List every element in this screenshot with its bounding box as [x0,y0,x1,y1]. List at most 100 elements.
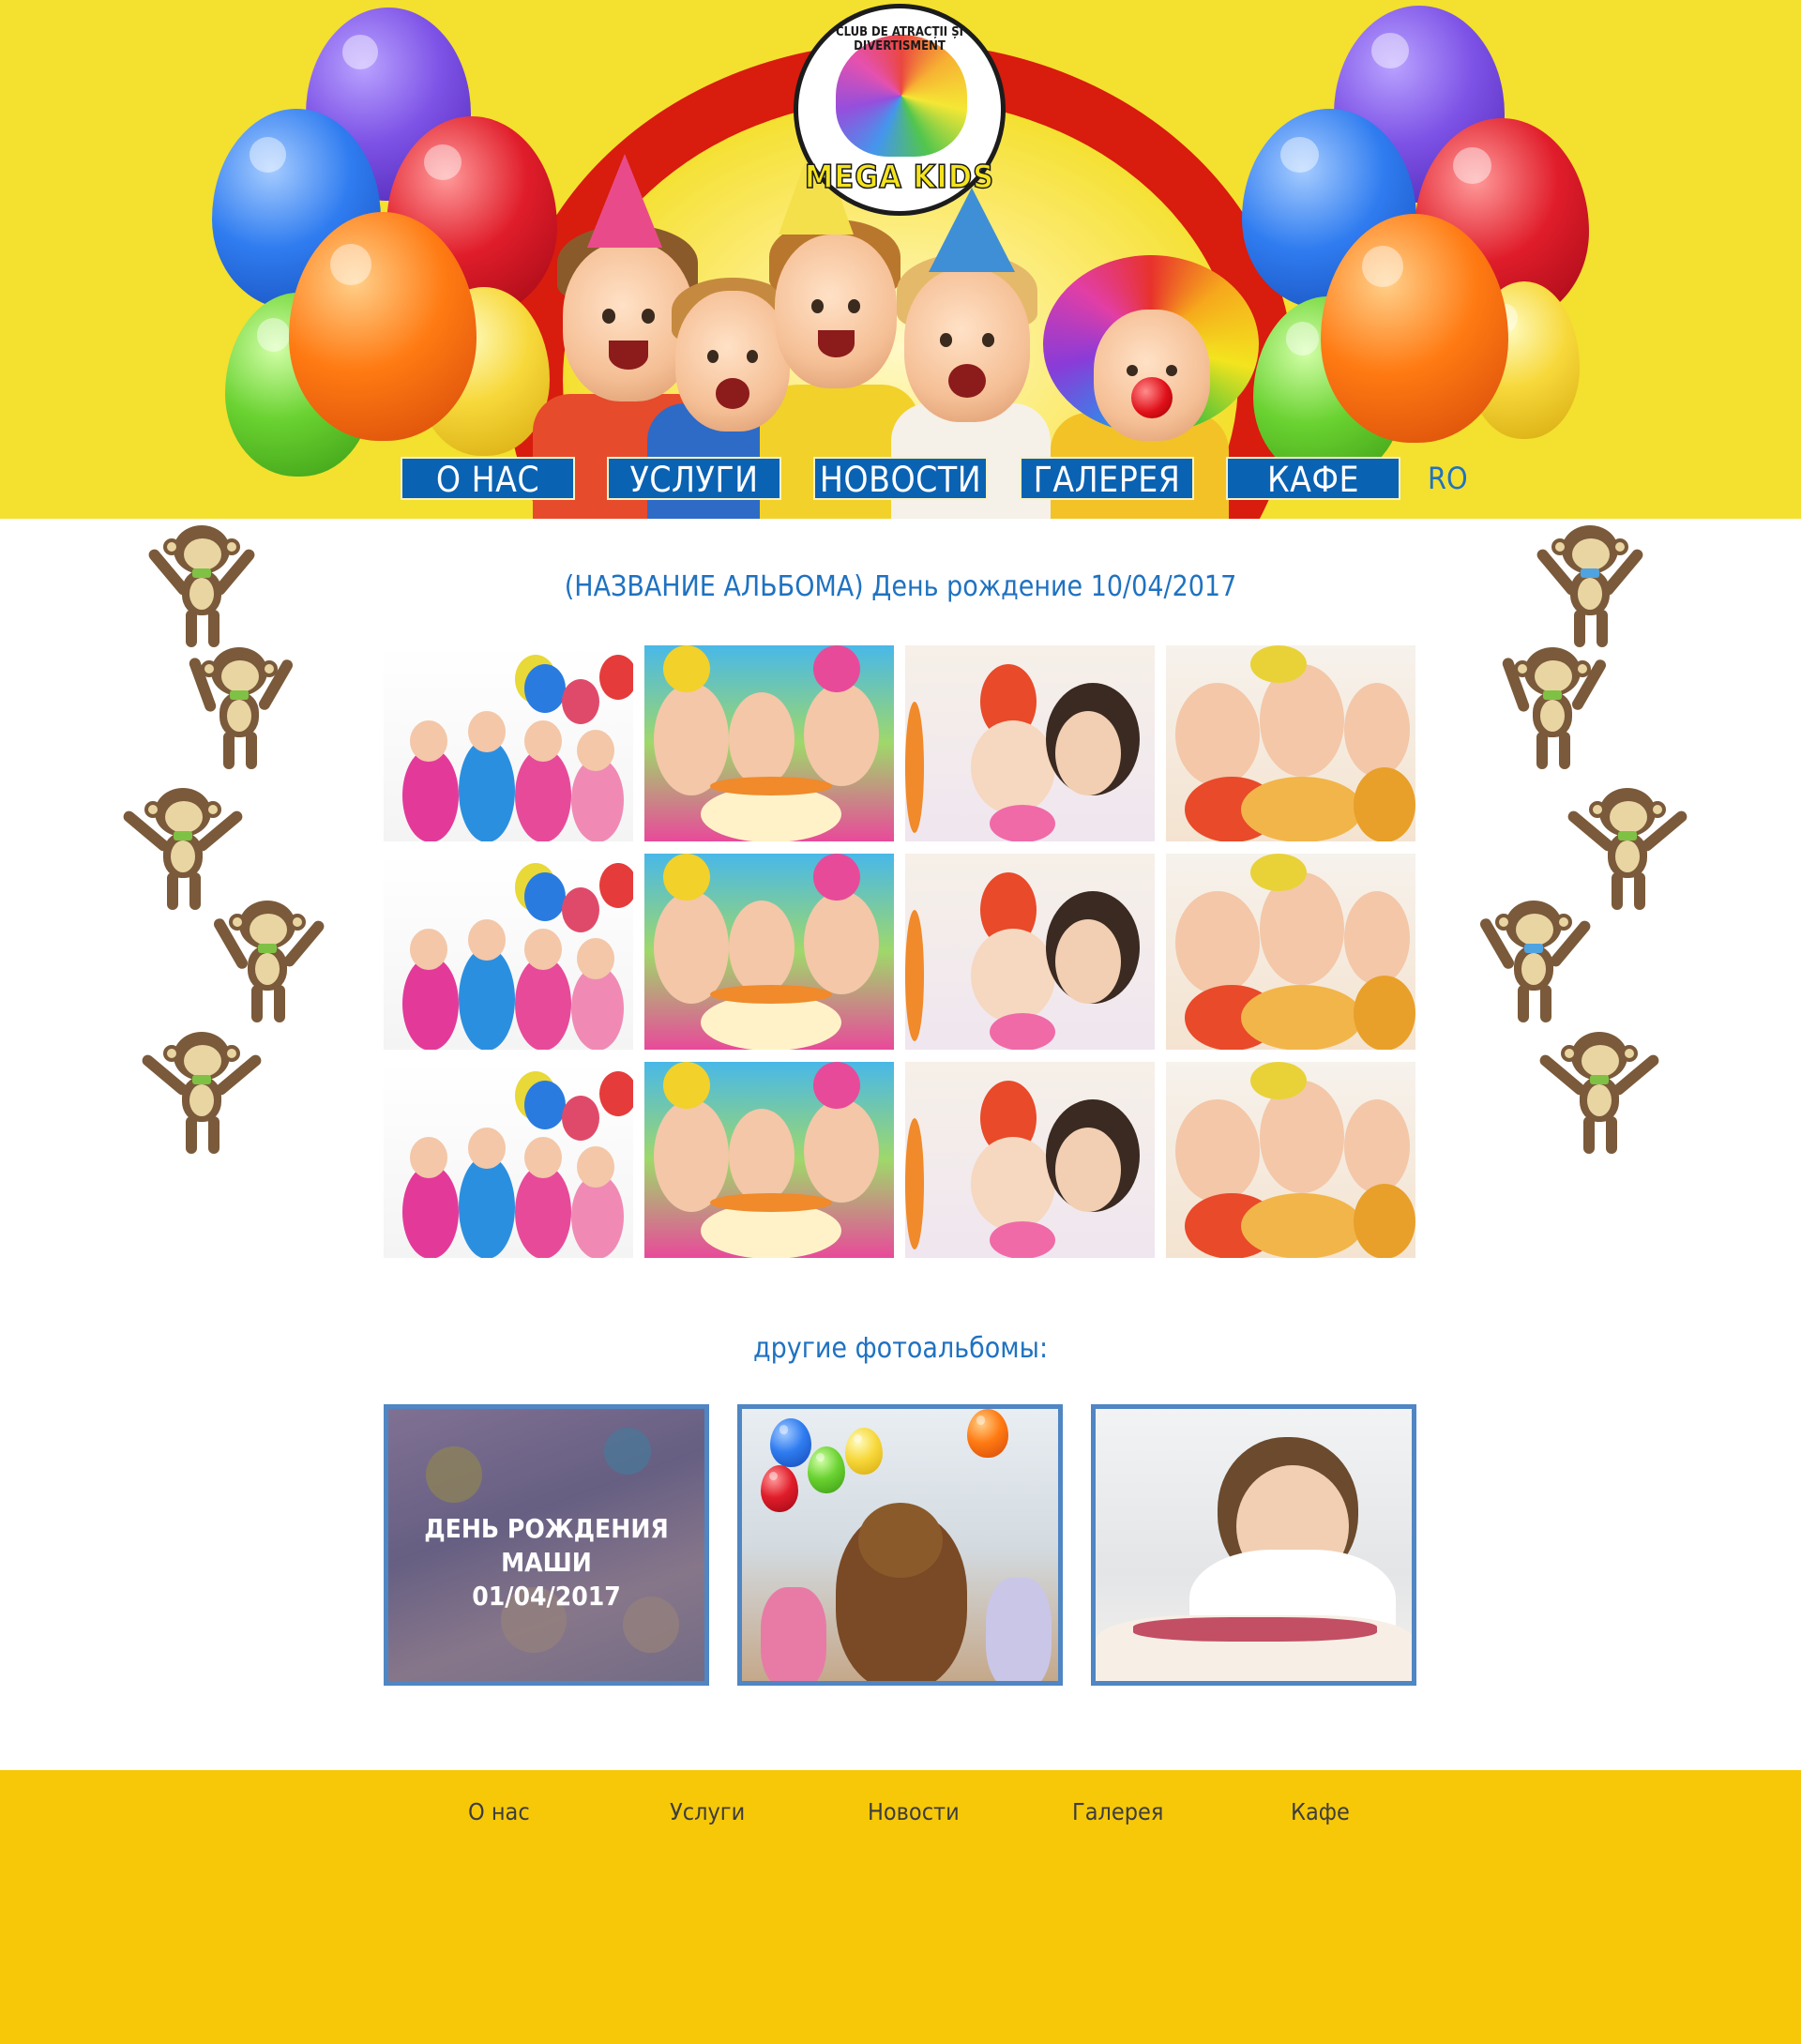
photo-detail [710,985,832,1004]
photo-detail [1241,985,1363,1050]
photo-tile[interactable] [905,1062,1155,1258]
photo-detail [905,702,924,833]
photo-detail [1344,891,1410,985]
clown-face [1094,310,1210,441]
footer-link-services[interactable]: Услуги [670,1798,745,1825]
other-album-card[interactable] [737,1404,1063,1686]
photo-detail [468,919,506,961]
photo-detail [524,1081,566,1129]
photo-detail [524,1137,562,1178]
photo-detail [410,720,447,762]
photo-detail [515,1165,571,1258]
photo-detail [1250,854,1307,891]
photo-tile[interactable] [644,645,894,841]
photo-detail [577,730,614,771]
nav-cafe[interactable]: КАФЕ [1226,457,1400,500]
photo-detail [410,929,447,970]
photo-detail [813,645,860,692]
monkey-illustration [1537,1032,1661,1154]
photo-detail [971,929,1055,1022]
photo-detail [1241,1193,1363,1258]
photo-detail [710,1193,832,1212]
photo-detail [459,1156,515,1258]
footer: О нас Услуги Новости Галерея Кафе [0,1770,1801,2044]
footer-link-cafe[interactable]: Кафе [1291,1798,1350,1825]
photo-detail [663,854,710,901]
photo-detail [459,947,515,1050]
other-album-card[interactable]: ДЕНЬ РОЖДЕНИЯ МАШИ 01/04/2017 [384,1404,709,1686]
photo-detail [577,938,614,979]
photo-detail [402,749,459,841]
photo-detail [663,1062,710,1109]
monkey-illustration [1501,647,1609,769]
photo-detail [990,805,1055,841]
photo-tile[interactable] [905,645,1155,841]
photo-detail [402,1165,459,1258]
photo-detail [710,777,832,795]
photo-detail [562,679,599,724]
monkey-illustration [1566,788,1689,910]
photo-tile[interactable] [1166,1062,1415,1258]
photo-detail [468,711,506,752]
photo-detail [1354,767,1415,841]
photo-detail [1250,645,1307,683]
footer-link-news[interactable]: Новости [868,1798,960,1825]
nav-about[interactable]: О НАС [401,457,575,500]
photo-detail [1354,1184,1415,1258]
photo-detail [905,910,924,1041]
photo-grid [384,645,1417,1260]
photo-detail [1055,711,1121,795]
nav-news[interactable]: НОВОСТИ [813,457,988,500]
logo-tagline: CLUB DE ATRACȚII ȘI DIVERTISMENT [836,25,963,53]
photo-detail [599,863,633,908]
photo-tile[interactable] [384,645,633,841]
footer-link-about[interactable]: О нас [468,1798,530,1825]
photo-detail [1055,1128,1121,1212]
clown-nose [1131,377,1173,418]
nav-gallery[interactable]: ГАЛЕРЕЯ [1020,457,1194,500]
photo-detail [402,957,459,1050]
photo-detail [459,739,515,841]
header-banner: CLUB DE ATRACȚII ȘI DIVERTISMENT MEGA KI… [0,0,1801,519]
photo-detail [654,683,729,795]
photo-tile[interactable] [905,854,1155,1050]
other-albums-title: другие фотоальбомы: [752,1332,1049,1365]
photo-detail [1241,777,1363,841]
photo-tile[interactable] [644,854,894,1050]
photo-detail [524,872,566,921]
photo-detail [804,891,879,994]
photo-tile[interactable] [384,1062,633,1258]
photo-detail [515,957,571,1050]
photo-detail [654,891,729,1004]
photo-detail [1250,1062,1307,1099]
language-switch[interactable]: RO [1428,457,1468,500]
photo-detail [524,929,562,970]
photo-detail [524,720,562,762]
photo-detail [1344,683,1410,777]
photo-tile[interactable] [644,1062,894,1258]
photo-detail [654,1099,729,1212]
photo-detail [1175,891,1260,994]
photo-tile[interactable] [1166,645,1415,841]
monkey-illustration [121,788,245,910]
photo-detail [804,1099,879,1203]
photo-detail [1354,976,1415,1050]
megakids-logo[interactable]: CLUB DE ATRACȚII ȘI DIVERTISMENT MEGA KI… [794,4,1006,216]
footer-link-gallery[interactable]: Галерея [1072,1798,1163,1825]
album-card-title: ДЕНЬ РОЖДЕНИЯ МАШИ [424,1513,669,1578]
nav-services[interactable]: УСЛУГИ [607,457,781,500]
other-album-card[interactable] [1091,1404,1416,1686]
photo-tile[interactable] [384,854,633,1050]
photo-detail [577,1146,614,1188]
photo-detail [729,901,795,994]
photo-detail [562,887,599,932]
photo-detail [729,1109,795,1203]
photo-detail [515,749,571,841]
photo-tile[interactable] [1166,854,1415,1050]
photo-detail [971,720,1055,814]
photo-detail [599,1071,633,1116]
photo-detail [663,645,710,692]
album-title: (НАЗВАНИЕ АЛЬБОМА) День рождение 10/04/2… [564,570,1237,603]
monkey-illustration [1477,901,1593,1022]
photo-detail [1055,919,1121,1004]
